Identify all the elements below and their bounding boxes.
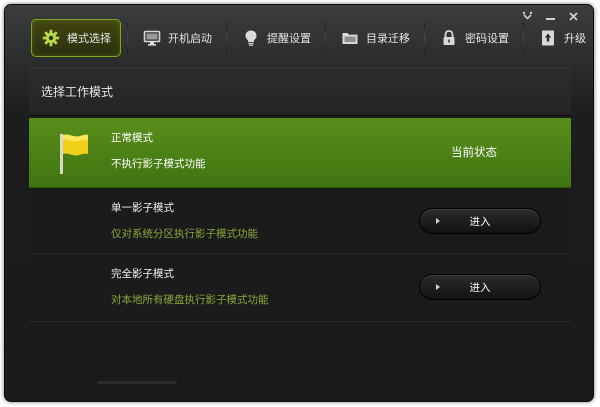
monitor-icon: [142, 28, 162, 48]
mode-title: 单一影子模式: [111, 202, 174, 214]
tab-dir-migrate[interactable]: 目录迁移: [332, 19, 418, 57]
enter-button-label: 进入: [469, 281, 491, 294]
tab-mode-select[interactable]: 模式选择: [31, 19, 121, 57]
mode-row-single-shadow: 单一影子模式 仅对系统分区执行影子模式功能 进入: [29, 188, 571, 254]
tab-password[interactable]: 密码设置: [431, 19, 517, 57]
toolbar-separator: [424, 23, 425, 53]
app-window: 模式选择 开机启动 提醒设置 目录迁移 密码设置 升级 选择工作模式 正常模式 …: [4, 4, 594, 402]
enter-button-label: 进入: [469, 215, 491, 228]
toolbar-separator: [226, 23, 227, 53]
tab-upgrade[interactable]: 升级: [530, 19, 593, 57]
mode-row-normal[interactable]: 正常模式 不执行影子模式功能 当前状态: [29, 118, 571, 188]
enter-single-shadow-button[interactable]: 进入: [419, 208, 541, 234]
mode-desc: 对本地所有硬盘执行影子模式功能: [111, 294, 269, 306]
main-toolbar: 模式选择 开机启动 提醒设置 目录迁移 密码设置 升级: [31, 19, 593, 57]
tab-label: 模式选择: [67, 32, 111, 45]
tab-reminder[interactable]: 提醒设置: [233, 19, 319, 57]
mode-row-full-shadow: 完全影子模式 对本地所有硬盘执行影子模式功能 进入: [29, 254, 571, 322]
tab-label: 升级: [564, 32, 586, 45]
tab-label: 目录迁移: [366, 32, 410, 45]
bulb-icon: [241, 28, 261, 48]
mode-panel: 选择工作模式 正常模式 不执行影子模式功能 当前状态 单一影子模式 仅对系统分区…: [29, 67, 571, 367]
mode-desc: 不执行影子模式功能: [111, 158, 206, 170]
toolbar-separator: [325, 23, 326, 53]
current-state-label: 当前状态: [451, 145, 497, 159]
play-arrow-icon: [436, 218, 440, 224]
flag-icon: [57, 132, 91, 180]
play-arrow-icon: [436, 284, 440, 290]
panel-title: 选择工作模式: [41, 85, 114, 99]
mode-title: 正常模式: [111, 132, 153, 144]
tab-label: 密码设置: [465, 32, 509, 45]
enter-full-shadow-button[interactable]: 进入: [419, 274, 541, 300]
lock-icon: [439, 28, 459, 48]
toolbar-separator: [523, 23, 524, 53]
tab-label: 提醒设置: [267, 32, 311, 45]
tab-label: 开机启动: [168, 32, 212, 45]
folder-icon: [340, 28, 360, 48]
mode-desc: 仅对系统分区执行影子模式功能: [111, 228, 258, 240]
panel-header: 选择工作模式: [29, 68, 571, 116]
upgrade-icon: [538, 28, 558, 48]
toolbar-separator: [127, 23, 128, 53]
mode-title: 完全影子模式: [111, 268, 174, 280]
footer-divider: [97, 381, 177, 384]
tab-startup[interactable]: 开机启动: [134, 19, 220, 57]
gear-icon: [41, 28, 61, 48]
